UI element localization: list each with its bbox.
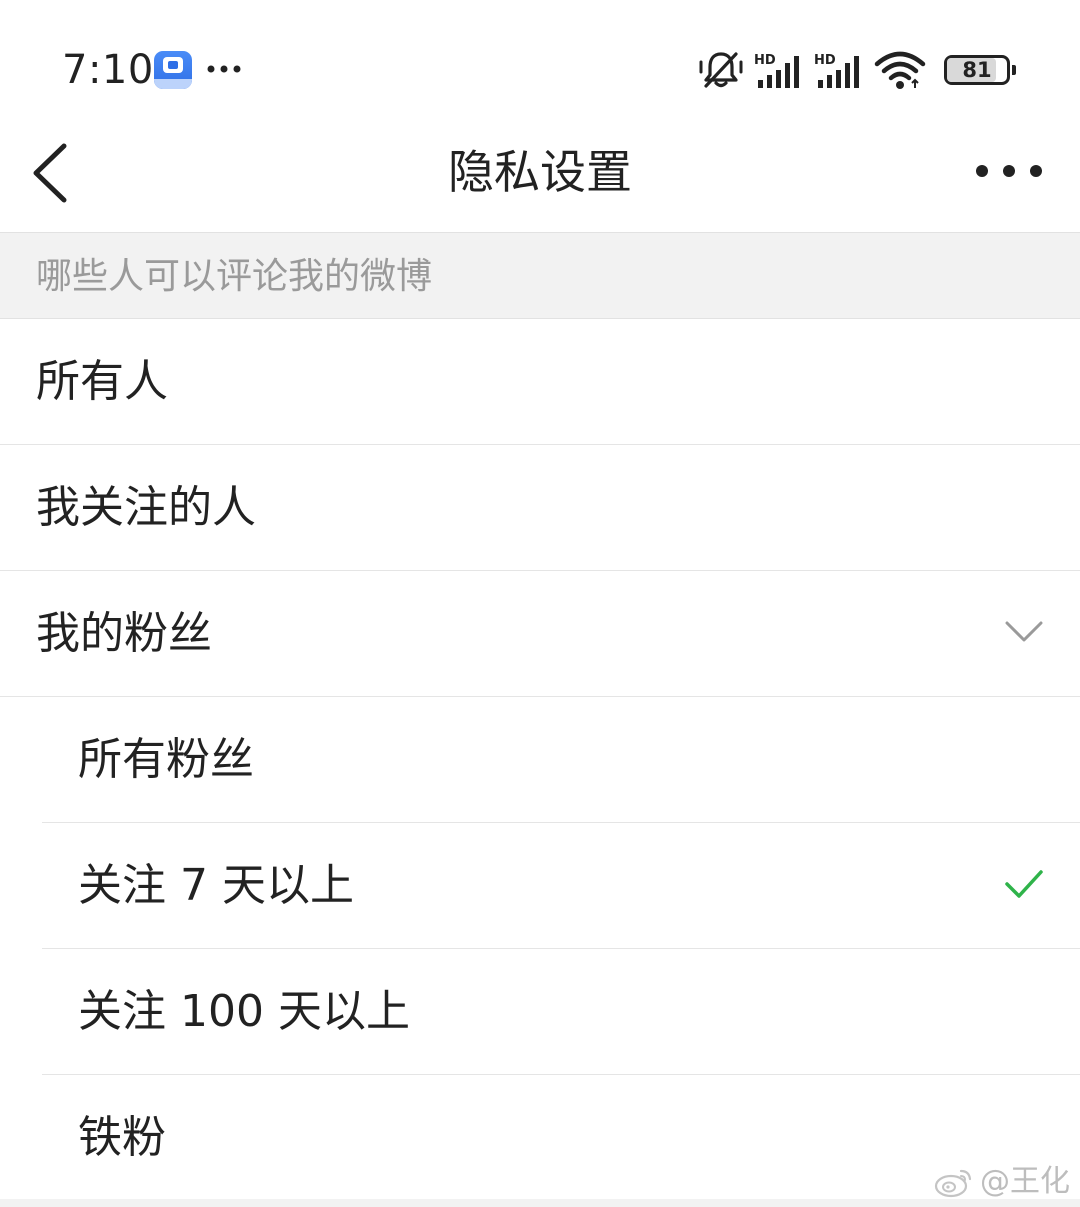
status-icons: HD HD 81 (698, 48, 1016, 92)
fan-option-label: 铁粉 (78, 1112, 166, 1163)
silent-bell-icon (699, 52, 743, 88)
option-label: 我关注的人 (36, 482, 256, 533)
battery-percentage: 81 (962, 58, 992, 82)
fan-option-label: 关注 7 天以上 (78, 860, 354, 911)
fan-option-all-fans[interactable]: 所有粉丝 (0, 697, 1080, 823)
chevron-down-icon (1005, 621, 1043, 642)
fan-option-label: 所有粉丝 (78, 734, 254, 785)
hd-signal-icon: HD (814, 53, 859, 88)
hd-signal-icon: HD (754, 53, 799, 88)
check-icon (1005, 870, 1043, 898)
fan-sub-options: 所有粉丝 关注 7 天以上 关注 100 天以上 铁粉 (0, 697, 1080, 1201)
more-notifications-icon (207, 65, 241, 73)
fan-option-following-7-days[interactable]: 关注 7 天以上 (0, 823, 1080, 949)
option-people-i-follow[interactable]: 我关注的人 (0, 445, 1080, 571)
fan-option-following-100-days[interactable]: 关注 100 天以上 (0, 949, 1080, 1075)
page-title: 隐私设置 (448, 145, 632, 199)
comment-permission-options: 所有人 我关注的人 我的粉丝 (0, 319, 1080, 697)
option-label: 所有人 (36, 356, 168, 407)
status-time: 7:10 (62, 47, 154, 93)
option-label: 我的粉丝 (36, 608, 212, 659)
option-my-fans[interactable]: 我的粉丝 (0, 571, 1080, 697)
battery-icon: 81 (944, 55, 1016, 85)
svg-text:HD: HD (754, 53, 776, 68)
watermark: @王化 (934, 1160, 1070, 1204)
more-button[interactable] (974, 156, 1044, 186)
section-header: 哪些人可以评论我的微博 (0, 232, 1080, 319)
watermark-text: @王化 (980, 1164, 1070, 1199)
fan-option-iron-fans[interactable]: 铁粉 (0, 1075, 1080, 1201)
option-everyone[interactable]: 所有人 (0, 319, 1080, 445)
more-horizontal-icon (976, 165, 1042, 177)
nav-bar: 隐私设置 (0, 118, 1080, 232)
bottom-strip (0, 1199, 1080, 1207)
weibo-logo-icon (934, 1169, 972, 1198)
svg-text:HD: HD (814, 53, 836, 68)
wifi-icon (874, 51, 926, 89)
status-bar: 7:10 HD HD 81 (0, 0, 1080, 118)
section-header-text: 哪些人可以评论我的微博 (36, 256, 433, 297)
fan-option-label: 关注 100 天以上 (78, 986, 410, 1037)
mi-oa-app-icon (154, 51, 192, 89)
